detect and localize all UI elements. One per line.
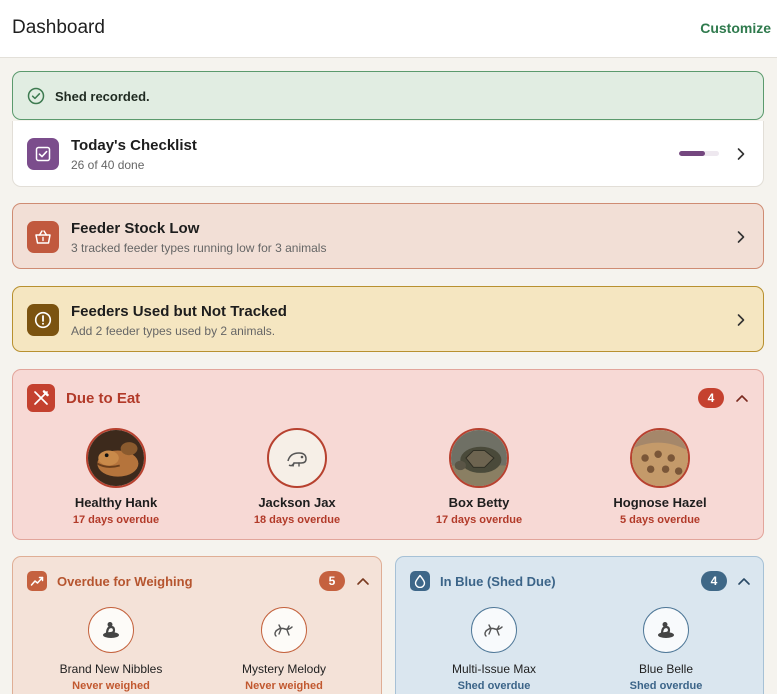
animal-status: Shed overdue: [457, 680, 531, 692]
trend-up-icon: [30, 576, 44, 586]
animal-card-jackson-jax[interactable]: Jackson Jax 18 days overdue: [212, 428, 382, 526]
in-blue-title: In Blue (Shed Due): [440, 574, 556, 589]
checklist-progress-fill: [679, 151, 705, 156]
basket-icon: [35, 230, 51, 244]
animal-status: 17 days overdue: [72, 514, 160, 526]
in-blue-count-badge: 4: [701, 571, 727, 591]
alert-circle-icon: [34, 311, 52, 329]
snake-photo-icon: [630, 428, 690, 488]
lizard-photo-icon: [86, 428, 146, 488]
checklist-subtitle: 26 of 40 done: [71, 158, 145, 172]
animal-card-brand-new-nibbles[interactable]: Brand New Nibbles Never weighed: [36, 607, 186, 692]
snake-coil-icon: [88, 607, 134, 653]
animal-name: Brand New Nibbles: [59, 662, 163, 676]
success-toast: Shed recorded.: [12, 71, 764, 120]
feeders-untracked-card[interactable]: Feeders Used but Not Tracked Add 2 feede…: [12, 286, 764, 352]
animal-status: 5 days overdue: [619, 514, 701, 526]
feeders-untracked-icon-tile: [27, 304, 59, 336]
animal-card-healthy-hank[interactable]: Healthy Hank 17 days overdue: [31, 428, 201, 526]
feeder-stock-title: Feeder Stock Low: [71, 220, 200, 237]
weighing-icon-tile: [27, 571, 47, 591]
animal-name: Mystery Melody: [241, 662, 327, 676]
overdue-weighing-panel: Overdue for Weighing 5 Brand New Nibbles…: [12, 556, 382, 694]
animal-card-blue-belle[interactable]: Blue Belle Shed overdue: [591, 607, 741, 692]
checkbox-icon: [35, 146, 51, 162]
animal-name: Healthy Hank: [74, 495, 158, 510]
tortoise-photo-icon: [449, 428, 509, 488]
feeders-untracked-subtitle: Add 2 feeder types used by 2 animals.: [71, 324, 276, 338]
due-to-eat-title: Due to Eat: [66, 390, 141, 407]
top-bar: Dashboard Customize: [0, 0, 777, 58]
snake-coil-icon: [643, 607, 689, 653]
chevron-right-icon: [737, 314, 745, 326]
animal-card-mystery-melody[interactable]: Mystery Melody Never weighed: [209, 607, 359, 692]
feeder-stock-card[interactable]: Feeder Stock Low 3 tracked feeder types …: [12, 203, 764, 269]
animal-name: Blue Belle: [638, 662, 694, 676]
in-blue-icon-tile: [410, 571, 430, 591]
toast-message: Shed recorded.: [55, 89, 150, 104]
utensils-icon: [34, 390, 49, 405]
feeders-untracked-title: Feeders Used but Not Tracked: [71, 303, 287, 320]
chameleon-icon: [267, 428, 327, 488]
animal-status: 18 days overdue: [253, 514, 341, 526]
chevron-up-icon[interactable]: [356, 576, 370, 586]
checklist-title: Today's Checklist: [71, 137, 197, 154]
droplet-icon: [414, 574, 426, 588]
overdue-weighing-count-badge: 5: [319, 571, 345, 591]
checklist-card[interactable]: Today's Checklist 26 of 40 done: [12, 121, 764, 187]
animal-card-box-betty[interactable]: Box Betty 17 days overdue: [394, 428, 564, 526]
chevron-up-icon[interactable]: [735, 393, 749, 403]
due-to-eat-panel: Due to Eat 4 Healthy Hank 17 days overdu…: [12, 369, 764, 540]
feeder-stock-icon-tile: [27, 221, 59, 253]
overdue-weighing-title: Overdue for Weighing: [57, 574, 193, 589]
page-title: Dashboard: [12, 17, 105, 38]
chevron-right-icon: [737, 231, 745, 243]
animal-status: Never weighed: [245, 680, 323, 692]
animal-status: Never weighed: [72, 680, 150, 692]
checklist-progress-bar: [679, 151, 719, 156]
customize-button[interactable]: Customize: [700, 20, 771, 36]
chevron-up-icon[interactable]: [737, 576, 751, 586]
animal-name: Multi-Issue Max: [451, 662, 537, 676]
feeder-stock-subtitle: 3 tracked feeder types running low for 3…: [71, 241, 327, 255]
due-to-eat-icon-tile: [27, 384, 55, 412]
animal-name: Hognose Hazel: [613, 495, 707, 510]
in-blue-panel: In Blue (Shed Due) 4 Multi-Issue Max She…: [395, 556, 764, 694]
due-to-eat-count-badge: 4: [698, 388, 724, 408]
check-circle-icon: [27, 87, 45, 105]
animal-card-hognose-hazel[interactable]: Hognose Hazel 5 days overdue: [575, 428, 745, 526]
chevron-right-icon: [737, 148, 745, 160]
animal-name: Jackson Jax: [258, 495, 336, 510]
animal-status: Shed overdue: [629, 680, 703, 692]
checklist-icon-tile: [27, 138, 59, 170]
animal-card-multi-issue-max[interactable]: Multi-Issue Max Shed overdue: [419, 607, 569, 692]
animal-status: 17 days overdue: [435, 514, 523, 526]
gecko-icon: [471, 607, 517, 653]
gecko-icon: [261, 607, 307, 653]
animal-name: Box Betty: [448, 495, 510, 510]
